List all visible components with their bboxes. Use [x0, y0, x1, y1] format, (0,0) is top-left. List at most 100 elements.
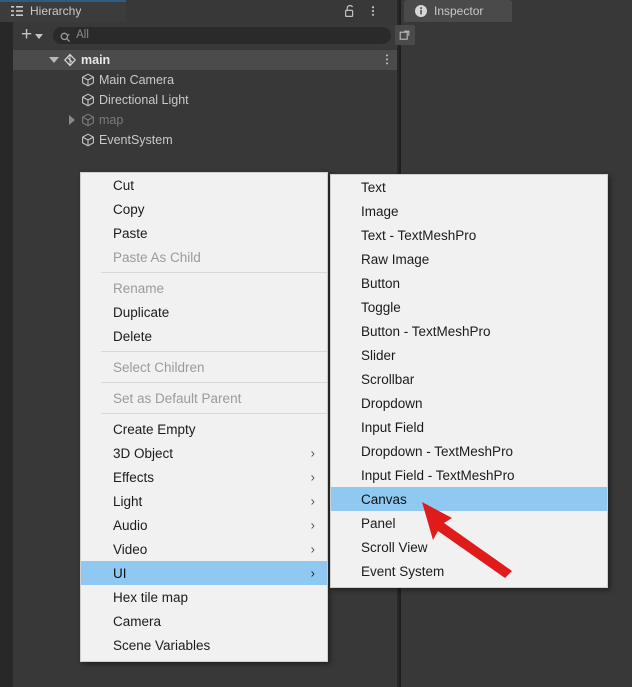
- context-menu-item[interactable]: Copy: [81, 197, 327, 221]
- hierarchy-tree: main Main Camera Directional Light map Event…: [13, 50, 397, 150]
- submenu-item[interactable]: Raw Image: [331, 247, 607, 271]
- search-icon: [60, 30, 71, 42]
- submenu-chevron-right-icon: ›: [310, 517, 315, 533]
- submenu-item-label: Text: [361, 179, 386, 195]
- context-menu-item[interactable]: Hex tile map: [81, 585, 327, 609]
- unity-scene-icon: [61, 50, 79, 70]
- context-menu-item-label: Paste: [113, 225, 148, 241]
- submenu-item-label: Image: [361, 203, 399, 219]
- tab-hierarchy[interactable]: Hierarchy: [0, 0, 126, 22]
- context-menu-item[interactable]: Create Empty: [81, 417, 327, 441]
- context-menu-item[interactable]: Audio ›: [81, 513, 327, 537]
- context-menu-item[interactable]: Duplicate: [81, 300, 327, 324]
- context-menu-item: Select Children: [81, 355, 327, 379]
- submenu-item[interactable]: Toggle: [331, 295, 607, 319]
- submenu-item[interactable]: Text: [331, 175, 607, 199]
- context-menu-item[interactable]: Camera: [81, 609, 327, 633]
- submenu-item-label: Scroll View: [361, 539, 428, 555]
- chevron-down-icon: [35, 33, 44, 39]
- foldout-expanded-icon[interactable]: [47, 50, 61, 70]
- context-menu-item: Paste As Child: [81, 245, 327, 269]
- foldout-spacer: [65, 130, 79, 150]
- hierarchy-tree-row[interactable]: Main Camera: [13, 70, 397, 90]
- hierarchy-tree-row[interactable]: Directional Light: [13, 90, 397, 110]
- context-menu-item-label: Camera: [113, 613, 162, 629]
- context-menu-item[interactable]: 3D Object ›: [81, 441, 327, 465]
- context-menu-item-label: Create Empty: [113, 421, 196, 437]
- submenu-item[interactable]: Text - TextMeshPro: [331, 223, 607, 247]
- tab-bar: Hierarchy Inspector: [0, 0, 632, 22]
- hierarchy-item-label: EventSystem: [99, 133, 173, 147]
- submenu-item[interactable]: Canvas: [331, 487, 607, 511]
- submenu-item[interactable]: Input Field - TextMeshPro: [331, 463, 607, 487]
- submenu-item[interactable]: Slider: [331, 343, 607, 367]
- submenu-item[interactable]: Dropdown: [331, 391, 607, 415]
- expand-search-icon[interactable]: [395, 24, 415, 45]
- context-menu-item-label: Cut: [113, 177, 135, 193]
- submenu-chevron-right-icon: ›: [310, 445, 315, 461]
- context-menu-item[interactable]: Light ›: [81, 489, 327, 513]
- context-menu: Cut Copy Paste Paste As Child Rename Duplicat…: [80, 172, 328, 662]
- context-menu-item-label: Hex tile map: [113, 589, 189, 605]
- context-menu-item-label: Copy: [113, 201, 145, 217]
- context-menu-item-label: 3D Object: [113, 445, 174, 461]
- submenu-item-label: Dropdown - TextMeshPro: [361, 443, 514, 459]
- foldout-collapsed-icon[interactable]: [65, 110, 79, 130]
- submenu-item[interactable]: Button - TextMeshPro: [331, 319, 607, 343]
- submenu-item[interactable]: Button: [331, 271, 607, 295]
- gameobject-icon: [79, 90, 97, 110]
- context-menu-item-label: Delete: [113, 328, 153, 344]
- submenu-item-label: Text - TextMeshPro: [361, 227, 477, 243]
- hierarchy-tab-tools: [343, 0, 380, 22]
- submenu-item-label: Toggle: [361, 299, 401, 315]
- hierarchy-scene-row[interactable]: main: [13, 50, 397, 70]
- submenu-chevron-right-icon: ›: [310, 565, 315, 581]
- context-menu-item[interactable]: Delete: [81, 324, 327, 348]
- menu-separator: [101, 382, 327, 383]
- submenu-item-label: Scrollbar: [361, 371, 415, 387]
- hierarchy-item-label: map: [99, 113, 124, 127]
- context-submenu-ui: Text Image Text - TextMeshPro Raw Image Butt…: [330, 174, 608, 588]
- hierarchy-icon: [10, 4, 24, 18]
- menu-separator: [101, 351, 327, 352]
- panel-left-edge-strip: [0, 22, 13, 687]
- submenu-chevron-right-icon: ›: [310, 541, 315, 557]
- context-menu-item[interactable]: Cut: [81, 173, 327, 197]
- context-menu-item-label: Light: [113, 493, 143, 509]
- context-menu-item-label: Audio: [113, 517, 148, 533]
- search-input[interactable]: All: [53, 24, 415, 45]
- submenu-item[interactable]: Panel: [331, 511, 607, 535]
- submenu-item[interactable]: Input Field: [331, 415, 607, 439]
- hierarchy-toolbar: + All: [13, 22, 415, 48]
- submenu-item-label: Slider: [361, 347, 396, 363]
- submenu-item-label: Canvas: [361, 491, 407, 507]
- submenu-item-label: Event System: [361, 563, 445, 579]
- context-menu-item-label: Select Children: [113, 359, 205, 375]
- hierarchy-tree-row[interactable]: map: [13, 110, 397, 130]
- context-menu-item-label: Video: [113, 541, 148, 557]
- hierarchy-tree-row[interactable]: EventSystem: [13, 130, 397, 150]
- submenu-item-label: Raw Image: [361, 251, 430, 267]
- submenu-item[interactable]: Event System: [331, 559, 607, 583]
- foldout-spacer: [65, 70, 79, 90]
- submenu-item[interactable]: Dropdown - TextMeshPro: [331, 439, 607, 463]
- lock-icon[interactable]: [343, 3, 357, 19]
- context-menu-item[interactable]: Effects ›: [81, 465, 327, 489]
- submenu-item[interactable]: Scrollbar: [331, 367, 607, 391]
- context-menu-item-label: Paste As Child: [113, 249, 201, 265]
- context-menu-item[interactable]: Video ›: [81, 537, 327, 561]
- tab-inspector[interactable]: Inspector: [404, 0, 512, 22]
- row-kebab-menu-icon[interactable]: [385, 53, 389, 70]
- context-menu-item[interactable]: Scene Variables: [81, 633, 327, 657]
- submenu-item-label: Button - TextMeshPro: [361, 323, 491, 339]
- submenu-item[interactable]: Scroll View: [331, 535, 607, 559]
- search-placeholder-text: All: [76, 29, 89, 41]
- submenu-item[interactable]: Image: [331, 199, 607, 223]
- kebab-menu-icon[interactable]: [366, 3, 380, 19]
- context-menu-item[interactable]: Paste: [81, 221, 327, 245]
- context-menu-item[interactable]: UI ›: [81, 561, 327, 585]
- plus-icon: +: [21, 24, 33, 45]
- submenu-item-label: Button: [361, 275, 401, 291]
- submenu-chevron-right-icon: ›: [310, 493, 315, 509]
- add-gameobject-button[interactable]: +: [19, 24, 45, 45]
